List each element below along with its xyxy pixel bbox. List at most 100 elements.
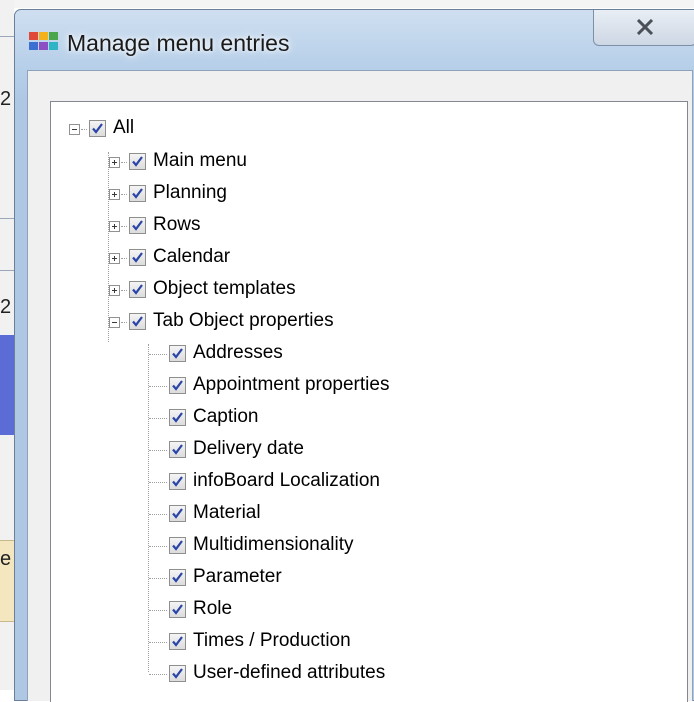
close-x-icon (636, 19, 654, 35)
tree-node-group[interactable]: Planning (51, 178, 651, 210)
tree-node-item[interactable]: Multidimensionality (51, 530, 651, 562)
checkbox[interactable] (169, 473, 186, 490)
tree-node-all[interactable]: All (51, 102, 651, 138)
checkmark-icon (172, 412, 183, 423)
background-divider (0, 218, 14, 219)
tree-connector (149, 354, 167, 355)
colorful-app-icon (29, 32, 58, 50)
tree-node-label: Caption (193, 406, 259, 427)
expand-icon[interactable] (109, 253, 120, 264)
tree-node-label: Tab Object properties (153, 310, 334, 331)
tree-connector (121, 322, 127, 323)
checkmark-icon (132, 252, 143, 263)
checkbox[interactable] (129, 217, 146, 234)
tree-node-item[interactable]: Appointment properties (51, 370, 651, 402)
checkbox[interactable] (169, 633, 186, 650)
tree-node-item[interactable]: Caption (51, 402, 651, 434)
tree-node-group[interactable]: Object templates (51, 274, 651, 306)
tree-connector (149, 482, 167, 483)
tree-node-item[interactable]: Role (51, 594, 651, 626)
collapse-icon[interactable] (69, 124, 80, 135)
checkbox[interactable] (169, 409, 186, 426)
tree-connector (81, 129, 87, 130)
checkmark-icon (132, 220, 143, 231)
tree-node-item[interactable]: User-defined attributes (51, 658, 651, 690)
checkmark-icon (132, 156, 143, 167)
tree-node-label: Parameter (193, 566, 282, 587)
tree-node-item[interactable]: infoBoard Localization (51, 466, 651, 498)
checkmark-icon (132, 188, 143, 199)
checkmark-icon (92, 123, 103, 134)
checkmark-icon (172, 604, 183, 615)
checkbox[interactable] (169, 537, 186, 554)
background-char: e (0, 548, 12, 570)
checkmark-icon (172, 380, 183, 391)
tree-node-label: Rows (153, 214, 201, 235)
tree-connector (149, 450, 167, 451)
checkbox[interactable] (169, 377, 186, 394)
checkbox[interactable] (169, 601, 186, 618)
menu-entries-tree[interactable]: All Main menu Planning Rows Calendar Object … (50, 101, 688, 702)
tree-node-label: All (113, 117, 135, 138)
tree-node-group[interactable]: Main menu (51, 146, 651, 178)
checkbox[interactable] (129, 249, 146, 266)
tree-connector (149, 514, 167, 515)
background-divider (0, 36, 14, 37)
tree-node-item[interactable]: Times / Production (51, 626, 651, 658)
checkbox[interactable] (129, 281, 146, 298)
checkbox[interactable] (169, 665, 186, 682)
checkbox[interactable] (169, 345, 186, 362)
background-blue-block (0, 335, 14, 435)
checkbox[interactable] (129, 185, 146, 202)
tree-node-label: infoBoard Localization (193, 470, 380, 491)
title-bar[interactable]: Manage menu entries (15, 10, 694, 70)
tree-node-group[interactable]: Tab Object properties (51, 306, 651, 338)
tree-connector (121, 162, 127, 163)
close-button[interactable] (593, 10, 694, 46)
background-app-top (0, 0, 694, 8)
tree-node-item[interactable]: Material (51, 498, 651, 530)
checkmark-icon (172, 476, 183, 487)
dialog-client-area: All Main menu Planning Rows Calendar Object … (27, 70, 693, 702)
checkbox-all[interactable] (89, 120, 106, 137)
collapse-icon[interactable] (109, 317, 120, 328)
tree-node-item[interactable]: Parameter (51, 562, 651, 594)
expand-icon[interactable] (109, 189, 120, 200)
tree-node-item[interactable]: Addresses (51, 338, 651, 370)
tree-node-label: Calendar (153, 246, 231, 267)
background-divider (0, 270, 14, 271)
checkmark-icon (172, 444, 183, 455)
manage-menu-entries-dialog: Manage menu entries All Main menu Plannin… (14, 9, 694, 702)
checkmark-icon (172, 508, 183, 519)
tree-node-label: Multidimensionality (193, 534, 354, 555)
tree-connector (149, 674, 167, 675)
tree-node-label: Material (193, 502, 261, 523)
tree-connector (149, 546, 167, 547)
checkbox[interactable] (129, 153, 146, 170)
checkmark-icon (132, 316, 143, 327)
checkmark-icon (172, 668, 183, 679)
tree-node-label: Main menu (153, 150, 247, 171)
tree-connector (149, 610, 167, 611)
checkbox[interactable] (129, 313, 146, 330)
tree-node-label: User-defined attributes (193, 662, 386, 683)
expand-icon[interactable] (109, 285, 120, 296)
tree-node-label: Delivery date (193, 438, 304, 459)
tree-connector (121, 258, 127, 259)
checkbox[interactable] (169, 441, 186, 458)
tree-node-label: Role (193, 598, 233, 619)
checkmark-icon (172, 348, 183, 359)
checkbox[interactable] (169, 569, 186, 586)
tree-node-label: Times / Production (193, 630, 351, 651)
tree-node-label: Planning (153, 182, 227, 203)
tree-node-group[interactable]: Rows (51, 210, 651, 242)
expand-icon[interactable] (109, 221, 120, 232)
tree-node-group[interactable]: Calendar (51, 242, 651, 274)
tree-connector (121, 194, 127, 195)
tree-node-label: Addresses (193, 342, 283, 363)
expand-icon[interactable] (109, 157, 120, 168)
tree-node-label: Object templates (153, 278, 296, 299)
tree-node-item[interactable]: Delivery date (51, 434, 651, 466)
checkbox[interactable] (169, 505, 186, 522)
dialog-title: Manage menu entries (67, 30, 290, 56)
